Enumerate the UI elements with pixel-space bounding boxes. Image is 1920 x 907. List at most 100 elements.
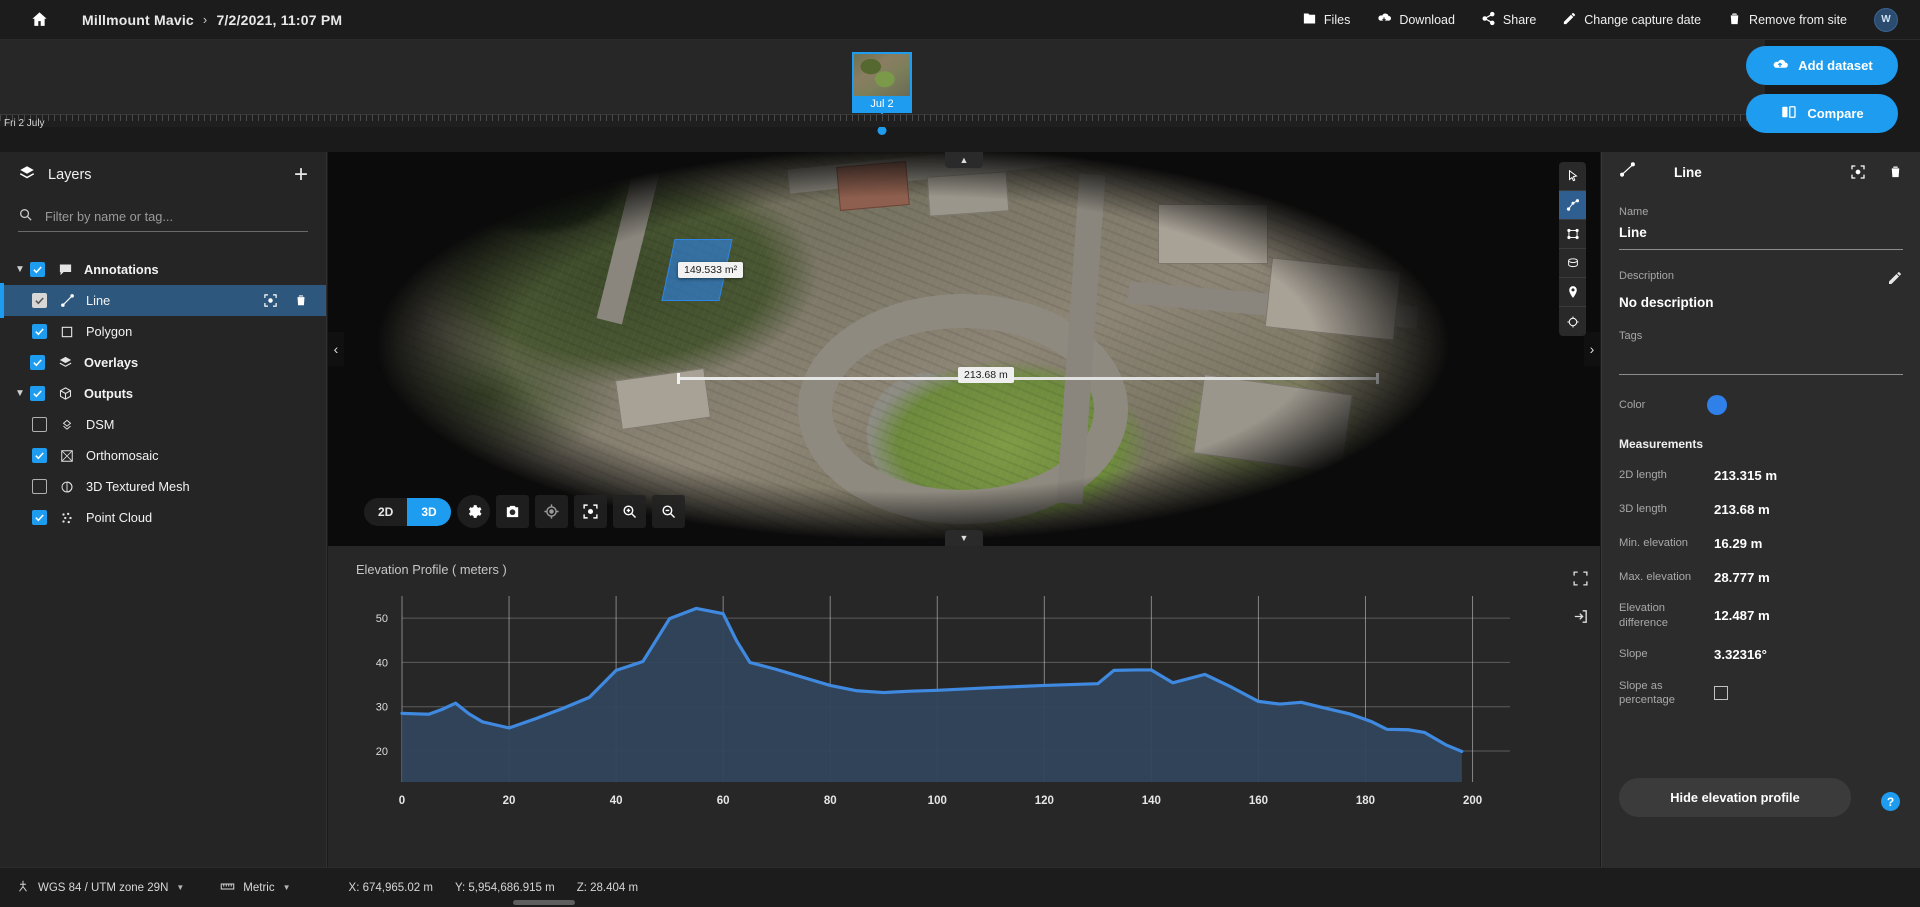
dsm-checkbox[interactable]: [32, 417, 47, 432]
layers-header: Layers +: [0, 152, 326, 198]
mesh-checkbox[interactable]: [32, 479, 47, 494]
timeline-dataset-card[interactable]: Jul 2: [852, 52, 912, 135]
avatar[interactable]: W: [1874, 7, 1898, 32]
home-icon[interactable]: [28, 9, 50, 31]
timeline-track[interactable]: Fri 2 July: [0, 114, 1765, 129]
mode-3d-button[interactable]: 3D: [407, 497, 451, 526]
camera-icon[interactable]: [495, 495, 529, 528]
sidebar-item-point-cloud[interactable]: Point Cloud: [0, 502, 326, 533]
line-checkbox[interactable]: [32, 293, 47, 308]
polygon-checkbox[interactable]: [32, 324, 47, 339]
remove-from-site-button[interactable]: Remove from site: [1714, 4, 1860, 36]
breadcrumb-site-name[interactable]: Millmount Mavic: [82, 12, 194, 28]
compare-button[interactable]: Compare: [1746, 94, 1898, 133]
map-viewport[interactable]: 149.533 m² 213.68 m ▲ ▼ ‹ › 2D 3D: [328, 152, 1600, 546]
measurement-label: Min. elevation: [1619, 536, 1689, 549]
export-icon[interactable]: [1568, 604, 1592, 628]
marker-tool-icon[interactable]: [1559, 278, 1586, 307]
sidebar-item-polygon[interactable]: Polygon: [0, 316, 326, 347]
top-bar-actions: Files Download Share Change capture date…: [1289, 3, 1920, 36]
units-selector[interactable]: Metric ▼: [220, 879, 291, 897]
line-tool-icon[interactable]: [1559, 191, 1586, 220]
help-button[interactable]: ?: [1881, 792, 1900, 811]
chevron-down-icon[interactable]: ▼: [10, 388, 30, 399]
svg-text:0: 0: [399, 795, 405, 807]
slope-percentage-checkbox[interactable]: [1714, 686, 1728, 701]
cursor-icon[interactable]: [1559, 162, 1586, 191]
folder-icon: [1302, 11, 1317, 29]
circle-tool-icon[interactable]: [1559, 307, 1586, 336]
line-annotation[interactable]: [677, 373, 1379, 384]
crs-selector[interactable]: WGS 84 / UTM zone 29N ▼: [16, 879, 184, 896]
sidebar-item-line[interactable]: Line: [0, 283, 326, 318]
distance-measurement-label: 213.68 m: [958, 367, 1014, 383]
svg-text:50: 50: [376, 613, 388, 625]
sidebar-item-3d-textured-mesh[interactable]: 3D Textured Mesh: [0, 471, 326, 502]
target-icon[interactable]: [534, 495, 568, 528]
sidebar-item-label: Annotations: [84, 262, 159, 277]
volume-tool-icon[interactable]: [1559, 249, 1586, 278]
row-actions: [263, 293, 326, 308]
add-dataset-button[interactable]: Add dataset: [1746, 46, 1898, 85]
viewport-collapse-up-button[interactable]: ▲: [945, 152, 983, 168]
description-label: Description: [1619, 270, 1675, 282]
files-button[interactable]: Files: [1289, 4, 1363, 36]
orthomosaic-checkbox[interactable]: [32, 448, 47, 463]
search-input[interactable]: [45, 209, 308, 224]
pencil-icon[interactable]: [1887, 270, 1903, 291]
trash-icon[interactable]: [1888, 164, 1903, 180]
sidebar-item-dsm[interactable]: DSM: [0, 409, 326, 440]
color-field: Color: [1619, 395, 1903, 415]
trash-icon[interactable]: [294, 293, 308, 308]
gear-icon[interactable]: [456, 495, 490, 528]
tags-underline[interactable]: [1619, 374, 1903, 375]
horizontal-scrollbar[interactable]: [513, 900, 575, 905]
change-capture-date-button[interactable]: Change capture date: [1549, 4, 1714, 36]
annotations-checkbox[interactable]: [30, 262, 45, 277]
timeline[interactable]: Jul 2 Fri 2 July: [0, 40, 1765, 135]
measurement-row: Elevation difference 12.487 m: [1619, 601, 1903, 631]
sidebar-item-annotations[interactable]: ▼ Annotations: [0, 254, 326, 285]
fit-view-icon[interactable]: [573, 495, 607, 528]
files-label: Files: [1323, 12, 1351, 27]
name-underline: [1619, 249, 1903, 250]
zoom-out-icon[interactable]: [651, 495, 685, 528]
pointcloud-checkbox[interactable]: [32, 510, 47, 525]
measurement-value: 213.315 m: [1714, 467, 1778, 483]
sidebar-item-overlays[interactable]: Overlays: [0, 347, 326, 378]
viewport-collapse-down-button[interactable]: ▼: [945, 530, 983, 546]
line-endpoint[interactable]: [1376, 373, 1379, 384]
sidebar-item-orthomosaic[interactable]: Orthomosaic: [0, 440, 326, 471]
download-button[interactable]: Download: [1363, 3, 1468, 36]
focus-icon[interactable]: [263, 293, 278, 308]
timeline-marker-dot[interactable]: [877, 126, 887, 135]
hide-elevation-profile-button[interactable]: Hide elevation profile: [1619, 778, 1851, 817]
share-button[interactable]: Share: [1468, 4, 1549, 36]
pencil-icon: [1562, 11, 1577, 29]
crs-label: WGS 84 / UTM zone 29N: [38, 881, 169, 894]
viewport-next-arrow[interactable]: ›: [1584, 332, 1600, 366]
mode-2d-button[interactable]: 2D: [364, 498, 407, 526]
add-layer-button[interactable]: +: [294, 163, 308, 187]
overlays-checkbox[interactable]: [30, 355, 45, 370]
layers-sidebar: Layers + ▼ Annotations: [0, 152, 327, 867]
coord-x: X: 674,965.02 m: [348, 881, 433, 894]
breadcrumb-capture-date[interactable]: 7/2/2021, 11:07 PM: [216, 12, 342, 28]
chevron-down-icon[interactable]: ▼: [10, 264, 30, 275]
outputs-checkbox[interactable]: [30, 386, 45, 401]
viewport-prev-arrow[interactable]: ‹: [328, 332, 344, 366]
measurement-value: 12.487 m: [1714, 608, 1770, 624]
layer-search[interactable]: [18, 202, 308, 232]
name-value[interactable]: Line: [1619, 225, 1903, 240]
polygon-tool-icon[interactable]: [1559, 220, 1586, 249]
sidebar-item-outputs[interactable]: ▼ Outputs: [0, 378, 326, 409]
zoom-in-icon[interactable]: [612, 495, 646, 528]
timeline-date-label: Jul 2: [852, 96, 912, 113]
building: [1158, 204, 1268, 264]
focus-icon[interactable]: [1850, 164, 1866, 180]
color-swatch[interactable]: [1707, 395, 1728, 415]
expand-icon[interactable]: [1568, 566, 1592, 590]
line-endpoint[interactable]: [677, 373, 680, 384]
elevation-profile-chart[interactable]: 20 30 40 50 0 20 40 60 80 100 120 140 160 180 200: [328, 584, 1600, 844]
mesh-icon: [57, 480, 77, 494]
